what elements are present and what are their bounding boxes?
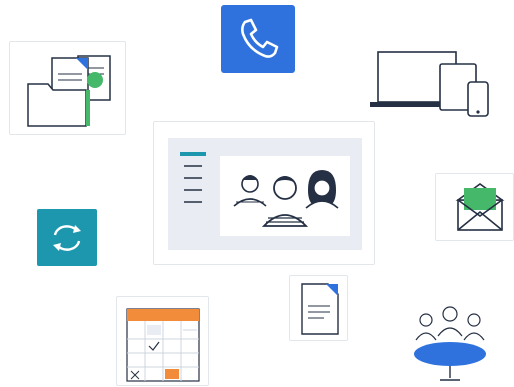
phone-icon [241,18,279,58]
meeting-table-icon [414,306,486,381]
file-sharing-card [9,41,126,135]
file-sharing-icon [27,55,111,127]
video-conference-icon [168,138,362,250]
devices-icon [370,51,489,117]
calendar-icon [126,308,200,382]
calendar-card [116,296,209,386]
phone-tile [221,5,295,73]
sync-tile [37,209,97,266]
envelope-icon [455,183,505,231]
meeting-illustration [410,302,490,386]
sync-icon [53,225,81,251]
document-icon [301,283,339,335]
mail-card [435,173,514,241]
document-card [289,275,348,341]
video-call-window [153,121,375,265]
devices-card [368,48,496,123]
